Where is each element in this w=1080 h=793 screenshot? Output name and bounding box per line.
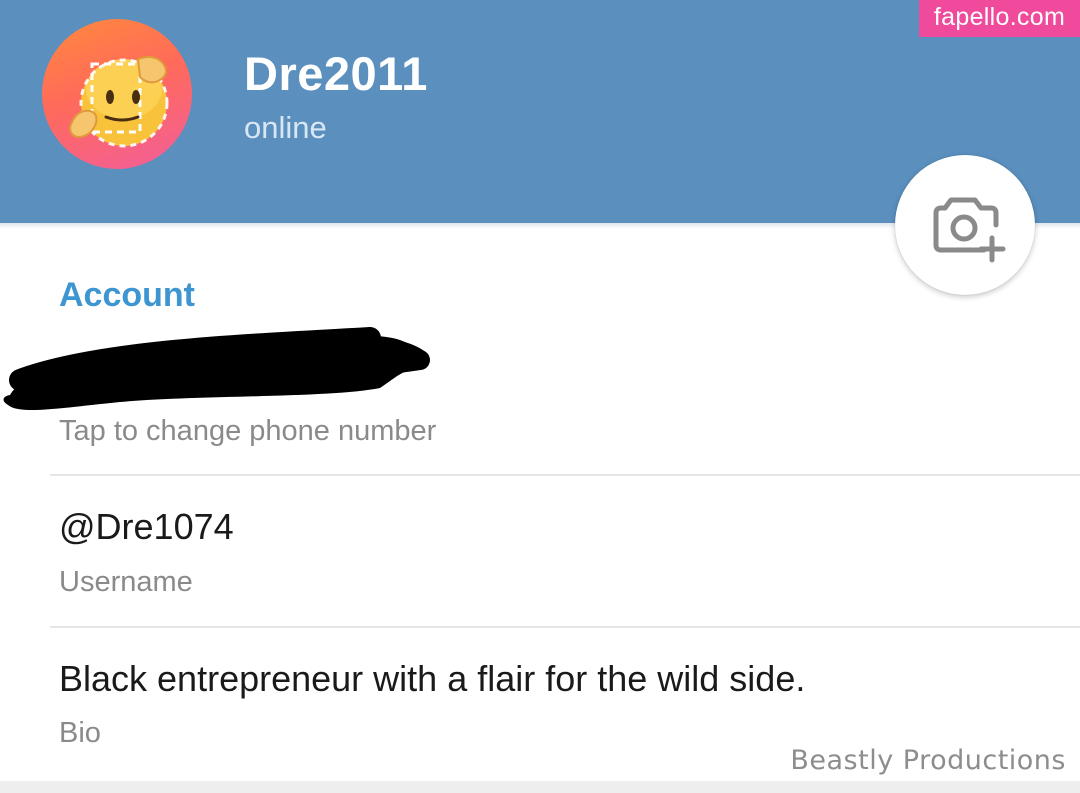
phone-caption: Tap to change phone number (59, 415, 437, 447)
watermark-text: Beastly Productions (790, 745, 1066, 776)
bio-caption: Bio (59, 717, 101, 749)
redaction-scribble (3, 327, 430, 411)
phone-number-redaction[interactable] (0, 320, 440, 420)
face-with-dotted-line-emoji-icon (68, 56, 169, 148)
profile-name: Dre2011 (244, 47, 428, 100)
divider (50, 474, 1080, 476)
profile-status: online (244, 110, 327, 145)
camera-add-icon (933, 197, 1006, 263)
set-photo-button[interactable] (895, 155, 1035, 295)
bottom-separator (0, 781, 1080, 793)
account-section-title: Account (59, 276, 195, 314)
divider (50, 626, 1080, 628)
username-value[interactable]: @Dre1074 (59, 506, 234, 548)
username-caption: Username (59, 566, 193, 598)
profile-screen: Dre2011 online fapello.com Account Tap t… (0, 0, 1080, 793)
profile-avatar[interactable] (42, 19, 192, 169)
watermark-badge: fapello.com (919, 0, 1080, 37)
bio-value[interactable]: Black entrepreneur with a flair for the … (59, 658, 805, 700)
